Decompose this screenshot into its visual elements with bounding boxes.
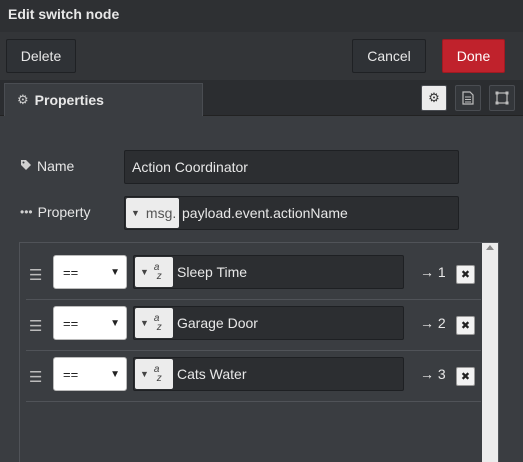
caret-down-icon: ▼ (131, 208, 140, 218)
delete-button[interactable]: Delete (6, 39, 76, 73)
value-type-select[interactable]: ▼ a z (135, 257, 173, 287)
operator-select[interactable]: == ▼ (53, 306, 127, 340)
name-input[interactable] (124, 150, 459, 184)
operator-value: == (63, 366, 79, 382)
caret-down-icon: ▼ (140, 369, 149, 379)
dropdown-caret-icon: ▼ (110, 266, 120, 278)
dropdown-caret-icon: ▼ (110, 317, 120, 329)
value-type-select[interactable]: ▼ a z (135, 308, 173, 338)
remove-icon: ✖ (460, 320, 471, 332)
tag-icon (20, 159, 32, 174)
cancel-button[interactable]: Cancel (352, 39, 426, 73)
rule-row: ☰ == ▼ ▼ a z Garage Door → 2 ✖ (26, 300, 481, 351)
output-label: → 1 (420, 264, 446, 280)
rule-value-input[interactable]: ▼ a z Cats Water (133, 357, 404, 391)
name-label: Name (20, 158, 74, 174)
done-button[interactable]: Done (442, 39, 505, 73)
caret-down-icon: ▼ (140, 267, 149, 277)
string-type-icon: a z (153, 364, 162, 384)
drag-handle-icon[interactable]: ☰ (29, 368, 42, 386)
rule-value-input[interactable]: ▼ a z Garage Door (133, 306, 404, 340)
appearance-tab-button[interactable] (489, 85, 515, 111)
remove-rule-button[interactable]: ✖ (456, 316, 475, 335)
operator-value: == (63, 315, 79, 331)
rule-value-text[interactable]: Cats Water (177, 366, 247, 382)
tab-properties[interactable]: ⚙ Properties (4, 83, 203, 116)
description-icon (462, 91, 474, 105)
tab-properties-label: Properties (34, 92, 104, 108)
remove-icon: ✖ (460, 371, 471, 383)
rules-list: ☰ == ▼ ▼ a z Sleep Time → 1 ✖ ☰ == ▼ ▼ a… (19, 242, 499, 462)
settings-tab-button[interactable]: ⚙ (421, 85, 447, 111)
property-typed-input[interactable]: ▼ msg. payload.event.actionName (124, 196, 459, 230)
rule-row: ☰ == ▼ ▼ a z Cats Water → 3 ✖ (26, 351, 481, 402)
drag-handle-icon[interactable]: ☰ (29, 317, 42, 335)
appearance-icon (495, 91, 509, 105)
tab-bar: ⚙ Properties ⚙ (0, 80, 523, 116)
property-label: ••• Property (20, 204, 91, 220)
value-type-select[interactable]: ▼ a z (135, 359, 173, 389)
operator-select[interactable]: == ▼ (53, 357, 127, 391)
button-bar: Delete Cancel Done (0, 32, 523, 80)
remove-icon: ✖ (460, 269, 471, 281)
rule-row: ☰ == ▼ ▼ a z Sleep Time → 1 ✖ (26, 249, 481, 300)
string-type-icon: a z (153, 262, 162, 282)
rule-value-text[interactable]: Sleep Time (177, 264, 247, 280)
property-label-text: Property (37, 204, 91, 220)
output-label: → 2 (420, 315, 446, 331)
gear-icon: ⚙ (428, 90, 440, 105)
rule-value-input[interactable]: ▼ a z Sleep Time (133, 255, 404, 289)
dropdown-caret-icon: ▼ (110, 368, 120, 380)
caret-down-icon: ▼ (140, 318, 149, 328)
string-type-icon: a z (153, 313, 162, 333)
drag-handle-icon[interactable]: ☰ (29, 266, 42, 284)
description-tab-button[interactable] (455, 85, 481, 111)
output-label: → 3 (420, 366, 446, 382)
property-value[interactable]: payload.event.actionName (182, 205, 348, 221)
gear-icon: ⚙ (17, 92, 29, 107)
remove-rule-button[interactable]: ✖ (456, 367, 475, 386)
rules-scrollbar[interactable] (482, 243, 498, 462)
rule-value-text[interactable]: Garage Door (177, 315, 258, 331)
name-label-text: Name (37, 158, 75, 174)
property-type-select[interactable]: ▼ msg. (126, 198, 179, 228)
property-type-label: msg. (145, 205, 177, 221)
remove-rule-button[interactable]: ✖ (456, 265, 475, 284)
ellipsis-icon: ••• (20, 205, 33, 219)
operator-value: == (63, 264, 79, 280)
operator-select[interactable]: == ▼ (53, 255, 127, 289)
dialog-title: Edit switch node (0, 0, 523, 32)
scroll-up-icon[interactable] (486, 245, 494, 250)
